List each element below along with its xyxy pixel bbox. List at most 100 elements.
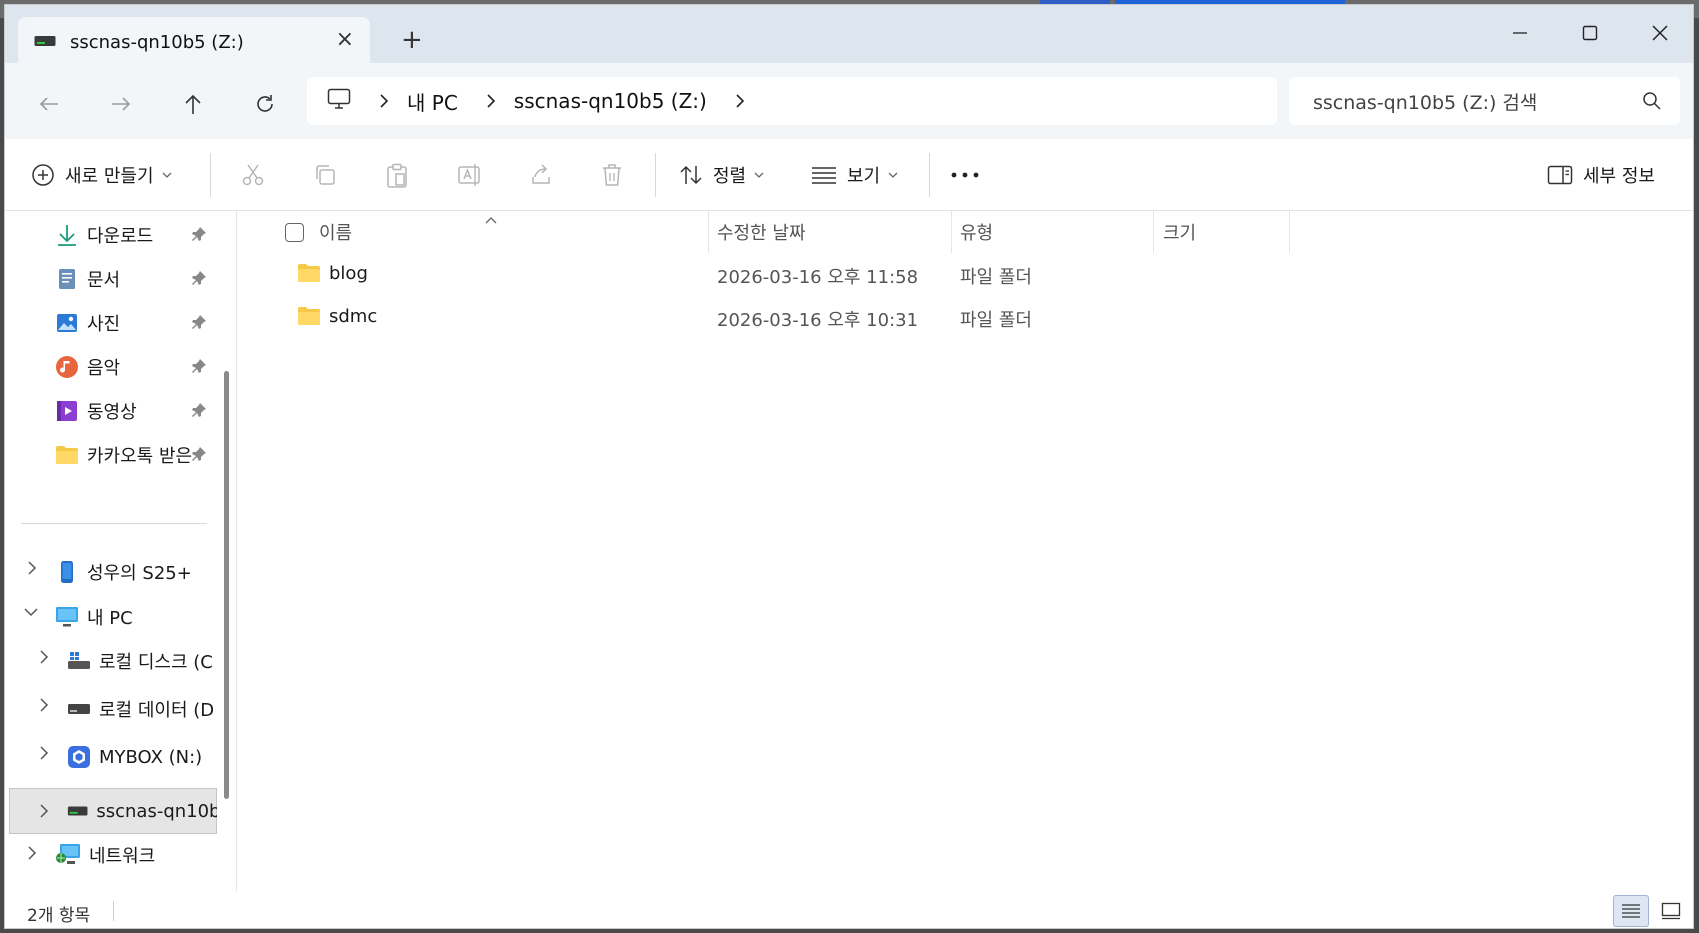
pin-icon[interactable] — [191, 226, 207, 246]
details-pane-button[interactable]: 세부 정보 — [1547, 139, 1655, 211]
nav-label: 사진 — [87, 314, 121, 335]
title-bar: sscnas-qn10b5 (Z:) × + — [5, 5, 1693, 67]
nav-item-local-disk-c[interactable]: 로컬 디스크 (C — [67, 639, 217, 683]
forward-button[interactable] — [103, 89, 139, 119]
file-name: sdmc — [329, 306, 378, 327]
chevron-down-icon[interactable] — [23, 607, 39, 617]
tab-current[interactable]: sscnas-qn10b5 (Z:) × — [18, 17, 370, 67]
folder-icon — [297, 263, 321, 287]
column-header-type[interactable]: 유형 — [960, 211, 1140, 253]
sort-button[interactable]: 정렬 — [679, 139, 764, 211]
nav-item-downloads[interactable]: 다운로드 — [55, 213, 265, 257]
new-tab-button[interactable]: + — [401, 27, 423, 53]
drive-icon — [68, 704, 90, 714]
copy-icon[interactable] — [313, 163, 337, 191]
tab-title: sscnas-qn10b5 (Z:) — [70, 31, 244, 53]
nav-item-mybox[interactable]: MYBOX (N:) — [67, 735, 217, 779]
rename-icon[interactable] — [457, 163, 483, 191]
nav-item-my-pc[interactable]: 내 PC — [55, 595, 265, 639]
chevron-right-icon[interactable] — [27, 560, 37, 576]
tab-close-icon[interactable]: × — [336, 29, 354, 51]
file-row[interactable]: sdmc 2026-03-16 오후 10:31 파일 폴더 — [237, 296, 1237, 336]
chevron-right-icon[interactable] — [27, 845, 37, 861]
breadcrumb-current-drive[interactable]: sscnas-qn10b5 (Z:) — [514, 89, 707, 113]
chevron-right-icon[interactable] — [486, 93, 496, 109]
nav-item-kakaotalk[interactable]: 카카오톡 받은 — [55, 433, 195, 477]
chevron-down-icon — [162, 172, 172, 178]
file-date: 2026-03-16 오후 10:31 — [717, 310, 919, 331]
pin-icon[interactable] — [191, 270, 207, 290]
file-type: 파일 폴더 — [960, 267, 1032, 288]
nav-label: sscnas-qn10b5 — [96, 800, 217, 822]
column-divider[interactable] — [1289, 211, 1290, 253]
large-icons-view-icon — [1661, 902, 1681, 920]
nav-item-videos[interactable]: 동영상 — [55, 389, 265, 433]
chevron-right-icon[interactable] — [39, 697, 49, 713]
address-bar[interactable]: 내 PC sscnas-qn10b5 (Z:) — [307, 77, 1277, 125]
sort-icon — [680, 165, 702, 185]
more-icon — [951, 172, 979, 178]
pin-icon[interactable] — [191, 402, 207, 422]
new-button[interactable]: 새로 만들기 — [31, 139, 172, 211]
phone-icon — [61, 561, 73, 583]
breadcrumb-my-pc[interactable]: 내 PC — [407, 87, 458, 116]
pc-icon — [56, 607, 78, 627]
nav-label: 음악 — [87, 358, 121, 379]
chevron-right-icon[interactable] — [39, 803, 49, 819]
column-header-date[interactable]: 수정한 날짜 — [717, 211, 947, 253]
large-icons-view-button[interactable] — [1653, 895, 1689, 927]
nav-item-phone[interactable]: 성우의 S25+ — [55, 550, 265, 594]
chevron-right-icon[interactable] — [379, 93, 389, 109]
minimize-button[interactable] — [1490, 17, 1550, 49]
nav-item-network[interactable]: 네트워크 — [55, 833, 265, 877]
file-row[interactable]: blog 2026-03-16 오후 11:58 파일 폴더 — [237, 253, 1237, 293]
paste-icon[interactable] — [385, 163, 409, 193]
column-divider[interactable] — [1153, 211, 1154, 253]
status-separator — [113, 901, 114, 921]
up-button[interactable] — [175, 89, 211, 119]
more-options-button[interactable] — [951, 139, 979, 211]
sort-button-label: 정렬 — [713, 166, 747, 187]
chevron-right-icon[interactable] — [39, 745, 49, 761]
file-type: 파일 폴더 — [960, 310, 1032, 331]
chevron-right-icon[interactable] — [735, 93, 745, 109]
nav-item-sscnas[interactable]: sscnas-qn10b5 — [67, 789, 217, 833]
share-icon[interactable] — [529, 163, 553, 191]
nav-scrollbar[interactable] — [224, 371, 229, 799]
chevron-down-icon — [888, 172, 898, 178]
music-icon — [56, 356, 78, 378]
column-divider[interactable] — [951, 211, 952, 253]
nav-label: 다운로드 — [87, 226, 154, 247]
details-view-icon — [1622, 904, 1640, 918]
nav-item-pictures[interactable]: 사진 — [55, 301, 265, 345]
nav-item-music[interactable]: 음악 — [55, 345, 265, 389]
file-explorer-window: sscnas-qn10b5 (Z:) × + 내 PC sscnas-qn10b… — [4, 4, 1694, 929]
view-button[interactable]: 보기 — [811, 139, 898, 211]
nav-item-documents[interactable]: 문서 — [55, 257, 265, 301]
search-box[interactable]: sscnas-qn10b5 (Z:) 검색 — [1289, 77, 1680, 125]
nav-label: MYBOX (N:) — [99, 746, 203, 768]
nav-item-local-data-d[interactable]: 로컬 데이터 (D — [67, 687, 217, 731]
chevron-down-icon — [754, 172, 764, 178]
maximize-button[interactable] — [1560, 17, 1620, 49]
column-header-name[interactable]: 이름 — [319, 211, 689, 253]
pin-icon[interactable] — [191, 446, 207, 466]
details-view-button[interactable] — [1613, 895, 1649, 927]
network-drive-icon — [67, 806, 88, 816]
column-divider[interactable] — [708, 211, 709, 253]
search-placeholder: sscnas-qn10b5 (Z:) 검색 — [1313, 91, 1538, 114]
details-pane-label: 세부 정보 — [1583, 166, 1655, 187]
command-bar: 새로 만들기 정렬 보기 세부 정보 — [5, 139, 1693, 211]
refresh-button[interactable] — [247, 89, 283, 119]
back-button[interactable] — [31, 89, 67, 119]
select-all-checkbox[interactable] — [285, 223, 304, 242]
column-header-size[interactable]: 크기 — [1163, 211, 1273, 253]
cut-icon[interactable] — [241, 163, 265, 191]
chevron-right-icon[interactable] — [39, 649, 49, 665]
file-date: 2026-03-16 오후 11:58 — [717, 267, 919, 288]
pin-icon[interactable] — [191, 358, 207, 378]
delete-icon[interactable] — [601, 163, 623, 191]
close-button[interactable] — [1630, 17, 1690, 49]
search-icon[interactable] — [1642, 91, 1662, 115]
pin-icon[interactable] — [191, 314, 207, 334]
